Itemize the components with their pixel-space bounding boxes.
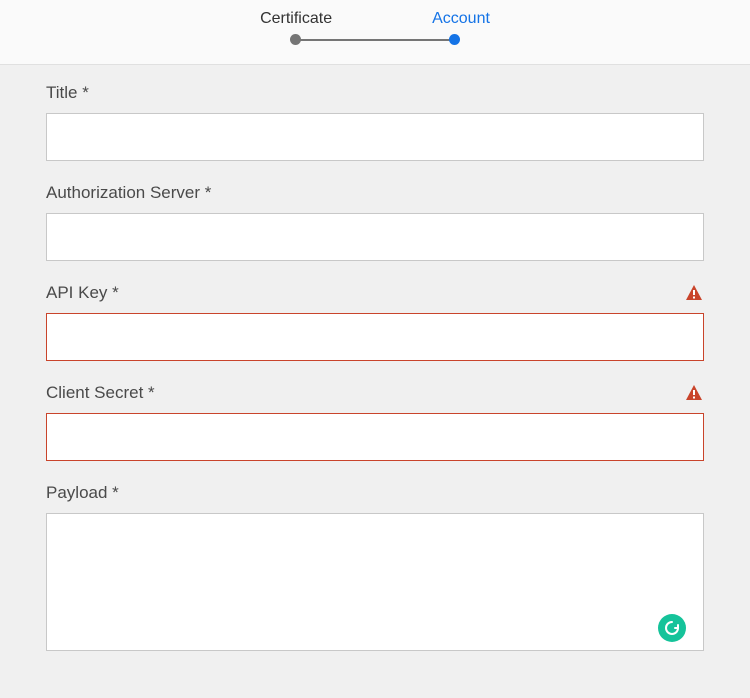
label-auth-server: Authorization Server * (46, 183, 211, 203)
field-title: Title * (46, 83, 704, 161)
stepper-bar: Certificate Account (0, 0, 750, 65)
input-auth-server[interactable] (46, 213, 704, 261)
step-dot-account (449, 34, 460, 45)
label-api-key: API Key * (46, 283, 119, 303)
field-auth-server: Authorization Server * (46, 183, 704, 261)
label-client-secret: Client Secret * (46, 383, 155, 403)
grammarly-icon[interactable] (658, 614, 686, 642)
step-account[interactable]: Account (432, 10, 490, 28)
input-title[interactable] (46, 113, 704, 161)
step-dot-certificate (290, 34, 301, 45)
textarea-payload[interactable] (46, 513, 704, 651)
field-payload: Payload * (46, 483, 704, 656)
account-form: Title * Authorization Server * API Key *… (0, 65, 750, 698)
stepper-progress (0, 34, 750, 46)
stepper: Certificate Account (0, 10, 750, 28)
step-certificate[interactable]: Certificate (260, 10, 332, 28)
label-title: Title * (46, 83, 89, 103)
input-client-secret[interactable] (46, 413, 704, 461)
error-icon (684, 283, 704, 303)
label-payload: Payload * (46, 483, 119, 503)
input-api-key[interactable] (46, 313, 704, 361)
field-api-key: API Key * (46, 283, 704, 361)
field-client-secret: Client Secret * (46, 383, 704, 461)
error-icon (684, 383, 704, 403)
stepper-line (295, 39, 455, 41)
